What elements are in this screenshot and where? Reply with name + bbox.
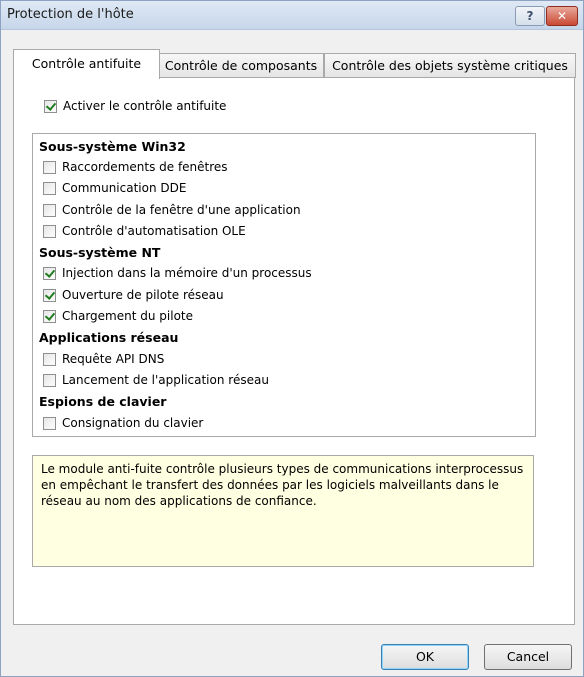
checkbox-icon: [43, 224, 56, 238]
checkbox-label: Ouverture de pilote réseau: [62, 288, 224, 302]
window-title: Protection de l'hôte: [7, 7, 134, 22]
checkbox-label: Contrôle d'automatisation OLE: [62, 224, 246, 238]
checkbox-label: Lancement de l'application réseau: [62, 373, 269, 387]
group-heading-applications-reseau: Applications réseau: [39, 330, 179, 345]
checkbox-icon: [43, 352, 56, 366]
tab-controle-objets-systeme[interactable]: Contrôle des objets système critiques: [324, 53, 576, 78]
checkbox-label: Injection dans la mémoire d'un processus: [62, 266, 312, 280]
checkbox-ouverture-pilote-reseau[interactable]: Ouverture de pilote réseau: [43, 287, 224, 303]
subsystems-list: Sous-système Win32 Raccordements de fenê…: [32, 133, 536, 437]
help-button[interactable]: ?: [515, 6, 545, 26]
group-heading-nt: Sous-système NT: [39, 245, 161, 260]
checkbox-automatisation-ole[interactable]: Contrôle d'automatisation OLE: [43, 223, 246, 239]
checkbox-icon: [43, 266, 56, 280]
cancel-button[interactable]: Cancel: [484, 644, 572, 670]
dialog-window: Protection de l'hôte ? ✕ Contrôle antifu…: [0, 0, 584, 677]
checkbox-icon: [43, 181, 56, 195]
checkbox-requete-api-dns[interactable]: Requête API DNS: [43, 351, 164, 367]
checkbox-icon: [43, 203, 56, 217]
checkbox-lancement-application-reseau[interactable]: Lancement de l'application réseau: [43, 372, 269, 388]
checkbox-controle-fenetre-application[interactable]: Contrôle de la fenêtre d'une application: [43, 202, 301, 218]
checkbox-raccordements-fenetres[interactable]: Raccordements de fenêtres: [43, 159, 228, 175]
checkbox-icon: [43, 160, 56, 174]
checkbox-label: Contrôle de la fenêtre d'une application: [62, 203, 301, 217]
tab-controle-composants[interactable]: Contrôle de composants: [158, 53, 324, 78]
checkbox-icon: [43, 373, 56, 387]
checkbox-consignation-clavier[interactable]: Consignation du clavier: [43, 415, 203, 431]
checkbox-icon: [43, 416, 56, 430]
enable-antileak-checkbox[interactable]: Activer le contrôle antifuite: [44, 98, 226, 114]
title-bar[interactable]: Protection de l'hôte ? ✕: [1, 1, 583, 30]
checkbox-label: Requête API DNS: [62, 352, 165, 366]
description-box: Le module anti-fuite contrôle plusieurs …: [32, 455, 534, 567]
checkbox-label: Communication DDE: [62, 181, 187, 195]
checkbox-label: Chargement du pilote: [62, 309, 194, 323]
group-heading-espions-clavier: Espions de clavier: [39, 394, 167, 409]
checkbox-icon: [43, 288, 56, 302]
close-icon: ✕: [556, 9, 568, 23]
close-button[interactable]: ✕: [546, 6, 578, 26]
checkbox-icon: [44, 99, 57, 113]
checkbox-injection-memoire[interactable]: Injection dans la mémoire d'un processus: [43, 265, 312, 281]
enable-antileak-label: Activer le contrôle antifuite: [63, 99, 227, 113]
checkbox-label: Raccordements de fenêtres: [62, 160, 228, 174]
ok-button[interactable]: OK: [381, 644, 469, 670]
checkbox-chargement-pilote[interactable]: Chargement du pilote: [43, 308, 193, 324]
checkbox-label: Consignation du clavier: [62, 416, 204, 430]
help-icon: ?: [526, 9, 534, 23]
checkbox-icon: [43, 309, 56, 323]
group-heading-win32: Sous-système Win32: [39, 139, 186, 154]
checkbox-communication-dde[interactable]: Communication DDE: [43, 180, 186, 196]
tab-controle-antifuite[interactable]: Contrôle antifuite: [13, 49, 160, 79]
